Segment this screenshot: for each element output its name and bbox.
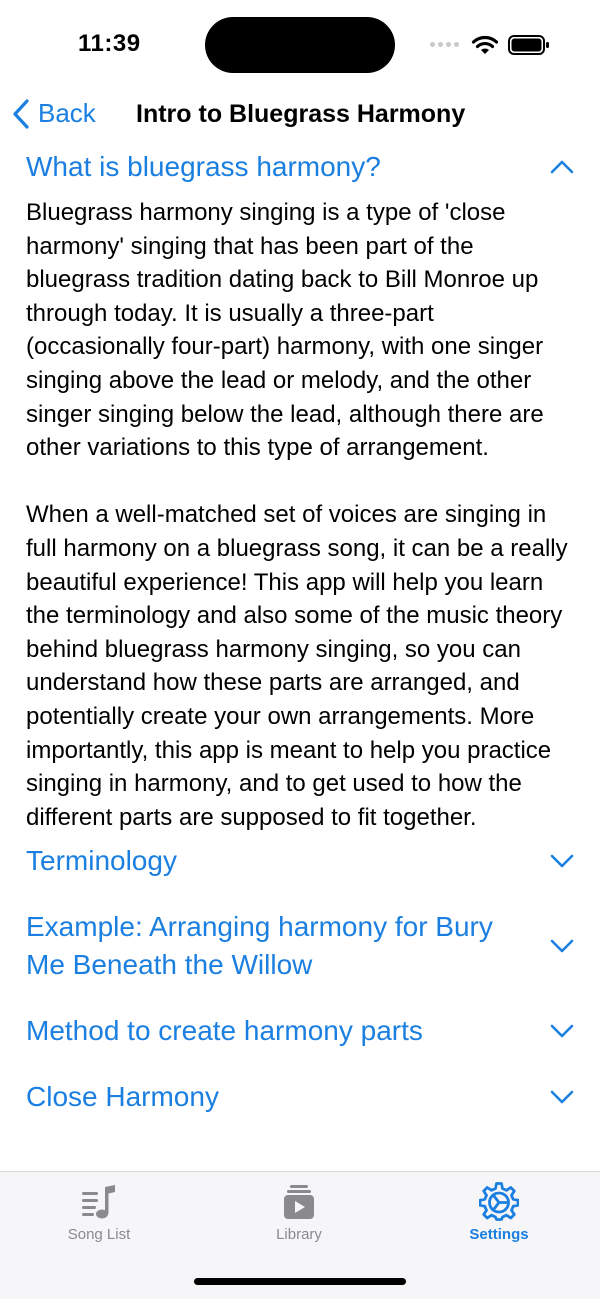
tab-label: Library [276, 1226, 322, 1243]
back-label: Back [38, 98, 96, 128]
tab-song-list[interactable]: Song List [9, 1182, 189, 1243]
body-paragraph: Bluegrass harmony singing is a type of '… [26, 199, 544, 462]
tab-label: Settings [469, 1226, 529, 1243]
wifi-icon [471, 35, 499, 54]
section-header-method-to-create-harmony-parts[interactable]: Method to create harmony parts [0, 1012, 600, 1050]
dynamic-island [205, 17, 395, 73]
music-note-list-icon [82, 1185, 115, 1219]
sections-scroll-view[interactable]: What is bluegrass harmony? Bluegrass har… [0, 142, 600, 1172]
tab-library[interactable]: Library [209, 1182, 389, 1243]
section-header-example-arranging-harmony[interactable]: Example: Arranging harmony for Bury Me B… [0, 908, 600, 984]
section-header-close-harmony[interactable]: Close Harmony [0, 1078, 600, 1116]
section-title: Example: Arranging harmony for Bury Me B… [26, 911, 493, 981]
body-paragraph: When a well-matched set of voices are si… [26, 501, 568, 831]
navigation-bar: Back Intro to Bluegrass Harmony [0, 90, 600, 142]
chevron-down-icon [550, 939, 574, 953]
section-title: What is bluegrass harmony? [26, 151, 381, 182]
tab-settings[interactable]: Settings [409, 1182, 589, 1243]
section-title: Terminology [26, 845, 177, 877]
app-screen: 11:39 Back Intro to Bluegrass Harmony Wh… [0, 0, 600, 1299]
status-bar: 11:39 [0, 0, 600, 90]
play-stack-icon [284, 1185, 314, 1219]
chevron-down-icon [550, 854, 574, 868]
chevron-up-icon [550, 160, 574, 174]
cellular-signal-icon [430, 42, 459, 47]
chevron-down-icon [550, 1090, 574, 1104]
home-indicator[interactable] [194, 1278, 406, 1285]
section-title: Method to create harmony parts [26, 1015, 423, 1047]
page-title: Intro to Bluegrass Harmony [136, 100, 466, 128]
section-header-terminology[interactable]: Terminology [0, 842, 600, 880]
chevron-left-icon [13, 98, 29, 129]
back-button[interactable]: Back [12, 98, 96, 129]
chevron-down-icon [550, 1024, 574, 1038]
section-header-what-is-bluegrass-harmony[interactable]: What is bluegrass harmony? [0, 148, 600, 186]
section-body: Bluegrass harmony singing is a type of '… [0, 186, 600, 834]
battery-icon [508, 35, 549, 55]
gear-icon [479, 1182, 519, 1221]
tab-label: Song List [67, 1226, 131, 1243]
status-time: 11:39 [78, 30, 141, 57]
section-title: Close Harmony [26, 1081, 219, 1113]
